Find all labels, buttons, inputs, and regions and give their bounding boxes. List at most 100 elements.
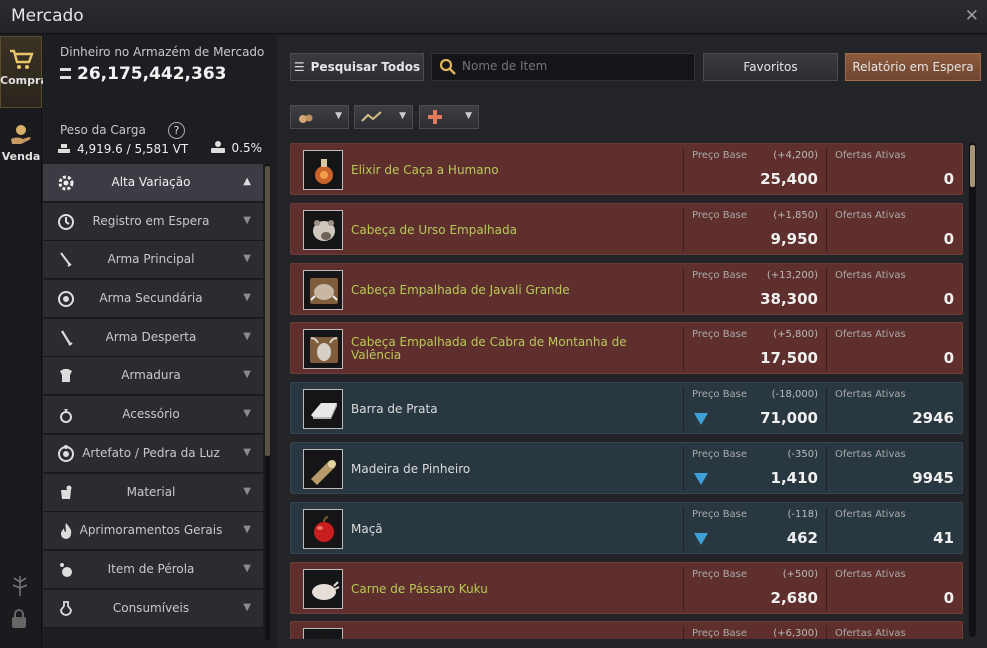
favorites-button[interactable]: Favoritos <box>703 53 838 81</box>
chevron-down-icon: ▼ <box>243 485 251 497</box>
boar-head-icon <box>310 278 338 304</box>
active-offers-value: 41 <box>933 529 954 547</box>
tab-sell[interactable]: Venda <box>0 112 42 184</box>
chevron-down-icon: ▼ <box>243 524 251 536</box>
active-offers-value: 0 <box>943 170 954 188</box>
market-item-row[interactable]: Carne de Pássaro Kuku Preço Base (+500) 2,6… <box>290 562 963 614</box>
active-offers-label: Ofertas Ativas <box>835 569 906 580</box>
active-offers-value: 0 <box>943 290 954 308</box>
item-thumbnail <box>303 270 343 310</box>
category-label: Consumíveis <box>112 600 190 615</box>
chevron-down-icon: ▼ <box>243 562 251 574</box>
market-item-row[interactable]: Cabeça de Urso Empalhada Preço Base (+1,85… <box>290 203 963 255</box>
category-6[interactable]: Acessório ▼ <box>43 396 263 435</box>
active-offers-label: Ofertas Ativas <box>835 389 906 400</box>
item-thumbnail <box>303 389 343 429</box>
base-price-label: Preço Base <box>692 329 748 340</box>
clock-icon <box>58 213 74 230</box>
lock-icon[interactable] <box>8 608 30 630</box>
base-price-value: 38,300 <box>760 290 818 308</box>
base-price-label: Preço Base <box>692 150 748 161</box>
material-icon <box>61 485 72 499</box>
pending-report-button[interactable]: Relatório em Espera <box>845 53 981 81</box>
weight-value: 4,919.6 / 5,581 VT <box>57 142 188 156</box>
market-item-row[interactable]: Preço Base (+6,300) Ofertas Ativas <box>290 621 963 639</box>
column-divider <box>683 148 684 192</box>
chevron-up-icon: ▲ <box>243 176 251 187</box>
price-change: (+500) <box>782 569 818 580</box>
filter-enhance-dropdown[interactable]: ▼ <box>419 105 479 129</box>
category-7[interactable]: Artefato / Pedra da Luz ▼ <box>43 434 263 473</box>
active-offers-label: Ofertas Ativas <box>835 329 906 340</box>
price-down-icon <box>694 473 708 485</box>
base-price-label: Preço Base <box>692 509 748 520</box>
market-item-row[interactable]: Cabeça Empalhada de Javali Grande Preço B… <box>290 263 963 315</box>
base-price-label: Preço Base <box>692 210 748 221</box>
market-item-row[interactable]: Elixir de Caça a Humano Preço Base (+4,200… <box>290 143 963 195</box>
close-icon[interactable]: ✕ <box>965 6 979 26</box>
sidebar-scroll-thumb[interactable] <box>265 166 270 456</box>
category-5[interactable]: Armadura ▼ <box>43 357 263 396</box>
chevron-down-icon: ▼ <box>335 111 342 121</box>
category-9[interactable]: Aprimoramentos Gerais ▼ <box>43 512 263 551</box>
title-bar: Mercado ✕ <box>0 0 987 34</box>
orb-icon <box>58 291 74 308</box>
base-price-value: 2,680 <box>770 589 818 607</box>
base-price-value: 71,000 <box>760 409 818 427</box>
base-price-value: 17,500 <box>760 349 818 367</box>
sidebar-scrollbar[interactable] <box>265 164 270 640</box>
item-name: Elixir de Caça a Humano <box>351 144 651 196</box>
category-4[interactable]: Arma Desperta ▼ <box>43 318 263 357</box>
active-offers-value: 9945 <box>912 469 954 487</box>
active-offers-label: Ofertas Ativas <box>835 509 906 520</box>
filter-trend-dropdown[interactable]: ▼ <box>354 105 413 129</box>
column-divider <box>826 507 827 551</box>
item-name: Madeira de Pinheiro <box>351 443 651 495</box>
category-label: Registro em Espera <box>92 213 210 228</box>
market-item-row[interactable]: Cabeça Empalhada de Cabra de Montanha de… <box>290 322 963 374</box>
market-item-row[interactable]: Barra de Prata Preço Base (-18,000) 71,000 O… <box>290 382 963 434</box>
tab-buy[interactable]: Compra <box>0 36 48 108</box>
filter-type-dropdown[interactable]: ▼ <box>290 105 349 129</box>
column-divider <box>826 567 827 611</box>
chevron-down-icon: ▼ <box>243 446 251 458</box>
price-down-icon <box>694 413 708 425</box>
potion-icon <box>60 600 72 616</box>
price-down-icon <box>694 533 708 545</box>
category-0[interactable]: Alta Variação ▲ <box>43 164 263 202</box>
price-change: (-118) <box>787 509 819 520</box>
help-icon[interactable]: ? <box>168 122 185 139</box>
item-list-scrollbar[interactable] <box>969 143 976 637</box>
warehouse-money-value: 26,175,442,363 <box>60 64 227 84</box>
blade-icon <box>61 330 73 346</box>
item-name: Cabeça de Urso Empalhada <box>351 204 651 256</box>
base-price-value: 462 <box>786 529 818 547</box>
category-8[interactable]: Material ▼ <box>43 473 263 512</box>
category-11[interactable]: Consumíveis ▼ <box>43 589 263 628</box>
category-3[interactable]: Arma Secundária ▼ <box>43 280 263 319</box>
item-list-scroll-thumb[interactable] <box>970 145 975 187</box>
price-change: (+13,200) <box>766 270 818 281</box>
category-1[interactable]: Registro em Espera ▼ <box>43 202 263 241</box>
item-thumbnail <box>303 628 343 639</box>
item-search-input[interactable] <box>462 59 687 73</box>
weight-amount: 4,919.6 / 5,581 VT <box>77 142 189 156</box>
search-icon <box>439 58 456 75</box>
scale-icon <box>58 144 70 153</box>
item-name: Cabeça Empalhada de Javali Grande <box>351 264 651 316</box>
market-item-row[interactable]: Madeira de Pinheiro Preço Base (-350) 1,410… <box>290 442 963 494</box>
chevron-down-icon: ▼ <box>243 601 251 613</box>
base-price-label: Preço Base <box>692 389 748 400</box>
category-10[interactable]: Item de Pérola ▼ <box>43 550 263 589</box>
tree-icon[interactable] <box>8 574 32 598</box>
item-search-field[interactable] <box>431 53 695 81</box>
tab-strip: Compra Venda <box>0 36 48 648</box>
tax-amount: 0.5% <box>231 141 263 155</box>
window-title: Mercado <box>11 6 84 26</box>
category-2[interactable]: Arma Principal ▼ <box>43 241 263 280</box>
strip-bottom-icons <box>8 574 32 634</box>
list-icon: ☰ <box>293 60 305 74</box>
search-all-button[interactable]: ☰ Pesquisar Todos <box>290 53 424 81</box>
coins-icon <box>60 68 71 79</box>
market-item-row[interactable]: Maçã Preço Base (-118) 462 Ofertas Ativas 41 <box>290 502 963 554</box>
